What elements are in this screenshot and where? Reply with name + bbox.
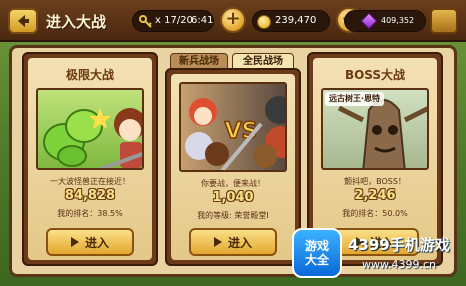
play-icon [70, 237, 79, 247]
add-keys-button[interactable]: + [220, 7, 246, 33]
coins-counter: 239,470 [252, 10, 330, 32]
enter-button[interactable]: 进入 [189, 228, 277, 256]
enter-label: 进入 [84, 235, 109, 250]
card-title: 极限大战 [65, 68, 114, 82]
card-extreme-battle: 极限大战 一大波怪兽正在接近！ 84,828 我的排名：38.5% 进入 [22, 52, 158, 266]
boss-art: 远古树王·恩特 [321, 88, 429, 170]
slime-art [36, 88, 144, 170]
card-score: 84,828 [64, 188, 116, 203]
card-score: 2,246 [354, 188, 396, 203]
card-score: 1,040 [212, 190, 254, 205]
shop-button[interactable] [430, 8, 458, 34]
gems-value: 409,352 [381, 16, 415, 25]
card-rank: 我的排名：38.5% [57, 209, 123, 218]
page-title: 进入大战 [46, 13, 107, 31]
card-pvp-battle: VS 你要战，便来战！ 1,040 我的等级: 荣誉殿堂Ⅰ 进入 [165, 68, 301, 266]
play-icon [213, 237, 222, 247]
card-description: 一大波怪兽正在接近！ [50, 177, 130, 186]
versus-art: VS [179, 82, 287, 172]
keys-value: x 17/20 [155, 15, 193, 26]
coin-icon [257, 15, 271, 29]
enter-label: 进入 [227, 235, 252, 250]
gems-counter: 409,352 [344, 10, 426, 32]
coins-value: 239,470 [275, 15, 317, 26]
logo-line-1: 游戏 [304, 239, 329, 253]
watermark-title: 4399手机游戏 [348, 236, 450, 254]
watermark-url: www.4399.cn [362, 258, 436, 271]
logo-line-2: 大全 [304, 253, 329, 267]
back-button[interactable] [8, 8, 38, 34]
card-description: 你要战，便来战！ [201, 179, 265, 188]
back-arrow-icon [18, 15, 29, 27]
timer-value: 6:41 [191, 15, 214, 26]
card-description: 颤抖吧，BOSS！ [344, 177, 406, 186]
keys-counter: x 17/20 6:41 [132, 10, 214, 32]
card-rank: 我的等级: 荣誉殿堂Ⅰ [197, 211, 269, 220]
card-rank: 我的排名：50.0% [342, 209, 408, 218]
watermark: 游戏 大全 4399手机游戏 www.4399.cn [292, 228, 460, 280]
watermark-logo: 游戏 大全 [292, 228, 342, 278]
card-title: BOSS大战 [344, 68, 406, 82]
enter-button[interactable]: 进入 [46, 228, 134, 256]
gem-icon [360, 12, 378, 30]
boss-name: 远古树王·恩特 [325, 92, 385, 106]
key-icon [139, 15, 152, 28]
top-bar: 进入大战 x 17/20 6:41 + 239,470 + 409,352 [0, 0, 466, 42]
